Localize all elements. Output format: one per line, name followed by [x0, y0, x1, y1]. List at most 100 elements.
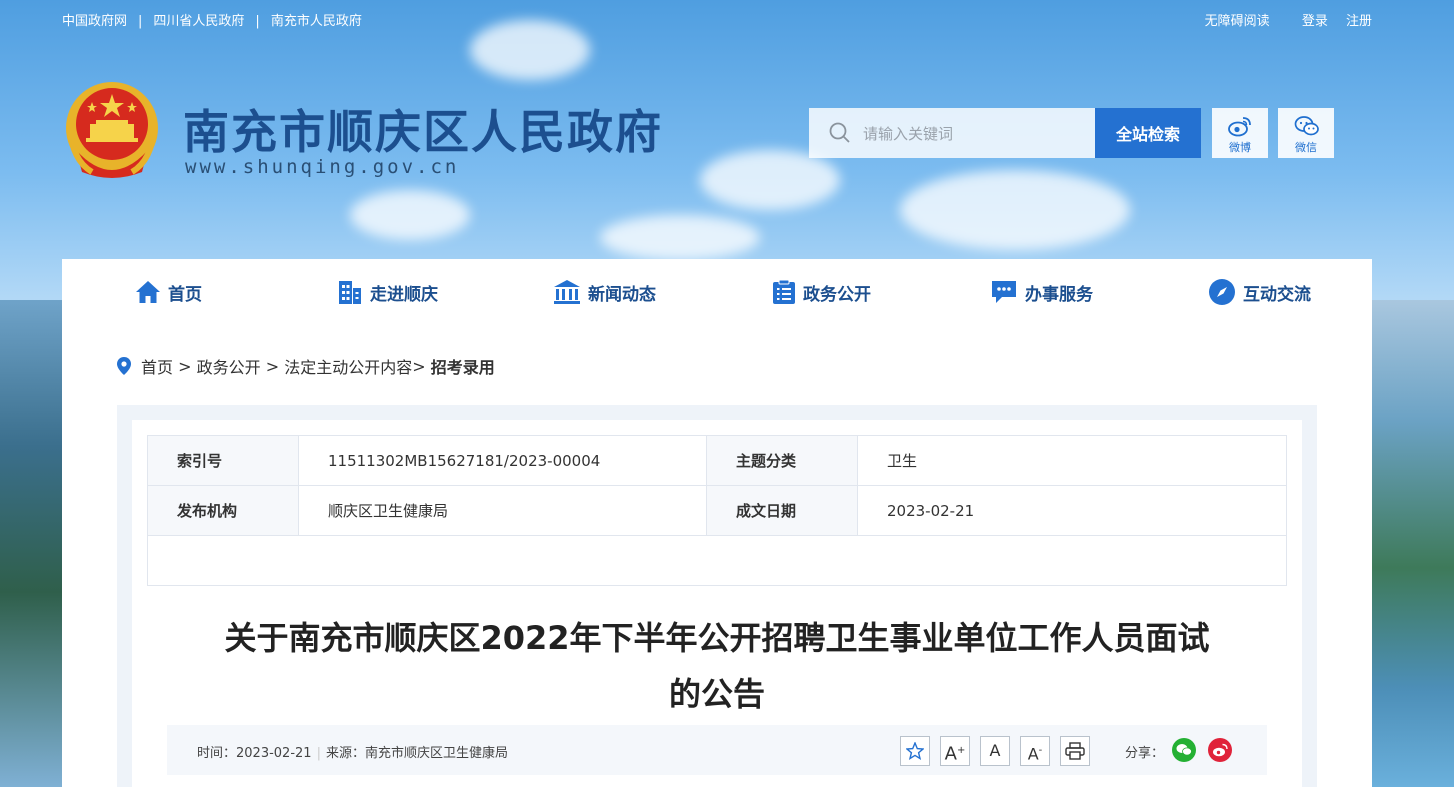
index-value: 11511302MB15627181/2023-00004	[298, 435, 707, 486]
top-links: 中国政府网 | 四川省人民政府 | 南充市人民政府	[62, 10, 362, 29]
divider: |	[316, 746, 321, 761]
nav-home-label: 首页	[168, 284, 202, 305]
link-nanchong-gov[interactable]: 南充市人民政府	[271, 14, 362, 29]
search-box	[809, 108, 1095, 160]
breadcrumb-statutory[interactable]: 法定主动公开内容	[284, 354, 412, 378]
print-button[interactable]	[1060, 736, 1090, 766]
top-bar: 中国政府网 | 四川省人民政府 | 南充市人民政府 无障碍阅读 登录 注册	[0, 0, 1454, 38]
nav-services[interactable]: 办事服务	[990, 278, 1093, 306]
nav-interaction-label: 互动交流	[1243, 284, 1311, 305]
breadcrumb: 首页 > 政务公开 > 法定主动公开内容 > 招考录用	[117, 354, 495, 378]
time-value: 2023-02-21	[236, 746, 312, 761]
minus-icon: -	[1038, 745, 1043, 756]
main-nav: 首页 走进顺庆 新闻动态 政务公开 办事服务 互动交流	[62, 259, 1372, 325]
article-meta: 时间：2023-02-21 | 来源：南充市顺庆区卫生健康局	[197, 742, 508, 761]
clipboard-icon	[773, 279, 795, 304]
chat-bubble-icon	[992, 281, 1016, 303]
time-label: 时间：	[197, 746, 237, 761]
accessibility-link[interactable]: 无障碍阅读	[1205, 14, 1270, 29]
weibo-button[interactable]: 微博	[1212, 108, 1268, 158]
login-link[interactable]: 登录	[1302, 14, 1328, 29]
search-input[interactable]	[861, 108, 1090, 160]
article-container: 索引号 11511302MB15627181/2023-00004 主题分类 卫…	[117, 405, 1317, 787]
source-label: 来源：	[325, 746, 365, 761]
nav-services-label: 办事服务	[1025, 284, 1093, 305]
top-right-links: 无障碍阅读 登录 注册	[1179, 10, 1372, 29]
font-decrease-button[interactable]: A-	[1020, 736, 1050, 766]
article-title-line2: 的公告	[668, 675, 765, 713]
site-search-button[interactable]: 全站检索	[1095, 108, 1201, 158]
link-china-gov[interactable]: 中国政府网	[62, 14, 127, 29]
nav-news-label: 新闻动态	[588, 284, 656, 305]
weibo-label: 微博	[1229, 141, 1251, 154]
wechat-label: 微信	[1295, 141, 1317, 154]
font-reset-button[interactable]: A	[980, 736, 1010, 766]
main-content-card: 首页 走进顺庆 新闻动态 政务公开 办事服务 互动交流 首页 > 政务公开 > …	[62, 259, 1372, 787]
cloud-decoration	[900, 170, 1130, 250]
search-icon	[829, 122, 850, 143]
separator: |	[255, 14, 260, 29]
compass-icon	[1209, 279, 1235, 305]
publisher-label: 发布机构	[147, 485, 299, 536]
nav-gov-affairs[interactable]: 政务公开	[772, 278, 871, 306]
cloud-decoration	[600, 215, 760, 260]
city-scenery-right	[1372, 300, 1454, 787]
font-small-label: A	[1027, 744, 1039, 764]
wechat-icon	[1176, 744, 1192, 756]
breadcrumb-current: 招考录用	[430, 358, 495, 377]
date-label: 成文日期	[706, 485, 858, 536]
publisher-value: 顺庆区卫生健康局	[298, 485, 707, 536]
nav-home[interactable]: 首页	[135, 278, 202, 306]
weibo-icon	[1213, 743, 1228, 757]
table-row: 索引号 11511302MB15627181/2023-00004 主题分类 卫…	[147, 435, 1287, 486]
breadcrumb-separator: >	[260, 356, 285, 376]
wechat-icon	[1294, 116, 1319, 136]
topic-value: 卫生	[857, 435, 1287, 486]
metadata-table: 索引号 11511302MB15627181/2023-00004 主题分类 卫…	[147, 435, 1287, 586]
location-pin-icon	[117, 357, 131, 375]
link-sichuan-gov[interactable]: 四川省人民政府	[153, 14, 244, 29]
site-url: www.shunqing.gov.cn	[185, 156, 460, 178]
table-row	[147, 535, 1287, 586]
government-building-icon	[554, 280, 580, 304]
nav-news[interactable]: 新闻动态	[553, 278, 656, 306]
font-normal-label: A	[989, 741, 1001, 760]
share-weibo-button[interactable]	[1208, 738, 1232, 762]
nav-about-shunqing[interactable]: 走进顺庆	[337, 278, 438, 306]
article-title: 关于南充市顺庆区2022年下半年公开招聘卫生事业单位工作人员面试 的公告	[192, 610, 1242, 722]
index-label: 索引号	[147, 435, 299, 486]
font-increase-button[interactable]: A+	[940, 736, 970, 766]
font-large-label: A	[944, 743, 957, 765]
separator: |	[138, 14, 143, 29]
article-info-bar: 时间：2023-02-21 | 来源：南充市顺庆区卫生健康局 A+ A A- 分…	[167, 725, 1267, 775]
empty-row	[147, 535, 1287, 586]
printer-icon	[1065, 742, 1085, 760]
breadcrumb-gov-affairs[interactable]: 政务公开	[197, 354, 261, 378]
star-icon	[905, 741, 925, 760]
home-icon	[136, 281, 160, 303]
national-emblem-logo	[66, 82, 158, 178]
nav-about-label: 走进顺庆	[370, 284, 438, 305]
nav-interaction[interactable]: 互动交流	[1208, 278, 1311, 306]
breadcrumb-separator: >	[412, 356, 431, 376]
breadcrumb-home[interactable]: 首页	[141, 354, 173, 378]
building-icon	[339, 281, 361, 304]
nav-gov-affairs-label: 政务公开	[803, 284, 871, 305]
register-link[interactable]: 注册	[1346, 14, 1372, 29]
share-wechat-button[interactable]	[1172, 738, 1196, 762]
breadcrumb-separator: >	[173, 356, 197, 376]
favorite-button[interactable]	[900, 736, 930, 766]
article-title-line1: 关于南充市顺庆区2022年下半年公开招聘卫生事业单位工作人员面试	[224, 619, 1210, 657]
cloud-decoration	[350, 190, 470, 240]
cloud-decoration	[700, 150, 840, 210]
city-scenery-left	[0, 300, 64, 787]
plus-icon: +	[956, 745, 966, 756]
wechat-button[interactable]: 微信	[1278, 108, 1334, 158]
table-row: 发布机构 顺庆区卫生健康局 成文日期 2023-02-21	[147, 485, 1287, 536]
date-value: 2023-02-21	[857, 485, 1287, 536]
source-value: 南充市顺庆区卫生健康局	[364, 746, 508, 761]
site-title: 南充市顺庆区人民政府	[183, 105, 663, 159]
share-label: 分享：	[1125, 746, 1165, 761]
article-panel: 索引号 11511302MB15627181/2023-00004 主题分类 卫…	[132, 420, 1302, 787]
weibo-icon	[1228, 117, 1251, 137]
